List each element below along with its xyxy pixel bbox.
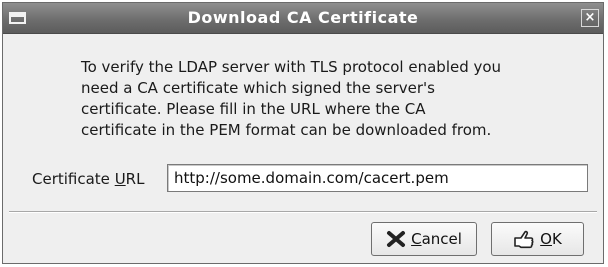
cancel-button[interactable]: Cancel (371, 222, 477, 256)
certificate-url-input[interactable] (167, 164, 588, 192)
download-ca-certificate-dialog: Download CA Certificate × To verify the … (2, 2, 604, 264)
window-title: Download CA Certificate (187, 8, 419, 27)
ok-button[interactable]: OK (491, 222, 584, 256)
separator (9, 211, 597, 213)
cancel-button-label: Cancel (411, 230, 462, 248)
ok-button-label: OK (540, 230, 562, 248)
titlebar: Download CA Certificate × (3, 3, 603, 34)
ok-hand-icon (513, 229, 535, 249)
certificate-url-label: Certificate URL (32, 170, 145, 188)
close-button[interactable]: × (581, 9, 599, 27)
dialog-message: To verify the LDAP server with TLS proto… (81, 58, 502, 139)
cancel-x-icon (386, 230, 406, 248)
